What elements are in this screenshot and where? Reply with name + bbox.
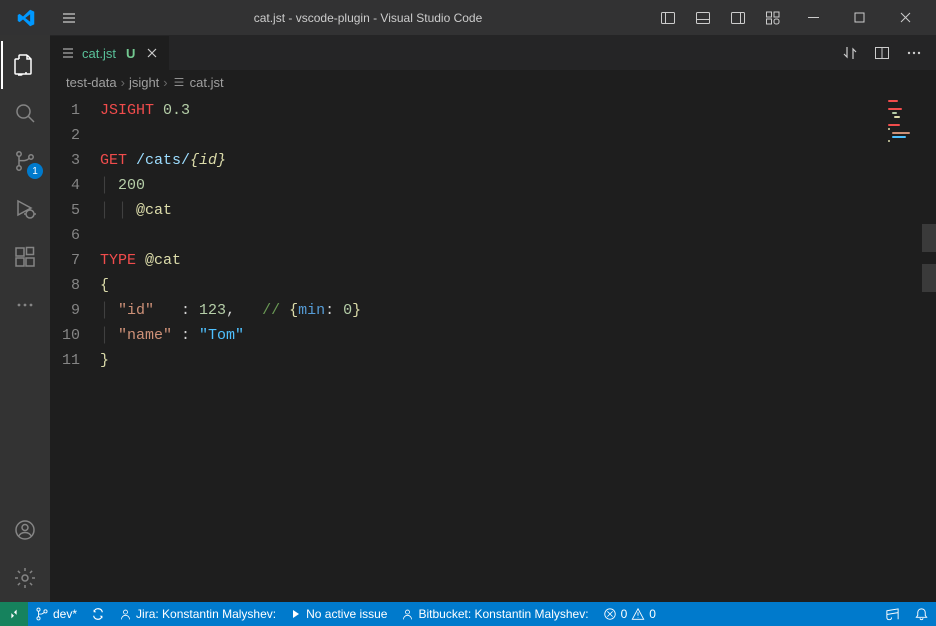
maximize-button[interactable] — [836, 0, 882, 35]
minimize-button[interactable] — [790, 0, 836, 35]
source-control-icon[interactable]: 1 — [1, 137, 49, 185]
breadcrumb-seg-1[interactable]: test-data — [66, 75, 117, 90]
jira-status[interactable]: Jira: Konstantin Malyshev: — [112, 602, 283, 626]
compare-changes-icon[interactable] — [836, 39, 864, 67]
breadcrumb[interactable]: test-data › jsight › cat.jst — [50, 70, 936, 94]
git-sync[interactable] — [84, 602, 112, 626]
notifications-icon[interactable] — [907, 602, 936, 626]
layout-sidebar-right-icon[interactable] — [720, 0, 755, 35]
breadcrumb-seg-3[interactable]: cat.jst — [190, 75, 224, 90]
minimap[interactable] — [852, 94, 922, 602]
accounts-icon[interactable] — [1, 506, 49, 554]
titlebar: cat.jst - vscode-plugin - Visual Studio … — [0, 0, 936, 35]
search-icon[interactable] — [1, 89, 49, 137]
layout-sidebar-left-icon[interactable] — [650, 0, 685, 35]
bitbucket-status[interactable]: Bitbucket: Konstantin Malyshev: — [394, 602, 595, 626]
vscode-logo-icon — [8, 0, 43, 35]
app-menu-icon[interactable] — [51, 0, 86, 35]
editor-body: 1 2 3 4 5 6 7 8 9 10 11 JSIGHT 0.3 GET /… — [50, 94, 936, 602]
activity-bar: 1 — [0, 35, 50, 602]
layout-panel-icon[interactable] — [685, 0, 720, 35]
status-bar: dev* Jira: Konstantin Malyshev: No activ… — [0, 602, 936, 626]
chevron-right-icon: › — [121, 75, 125, 90]
scm-badge: 1 — [27, 163, 43, 179]
window-title: cat.jst - vscode-plugin - Visual Studio … — [86, 11, 650, 25]
tab-bar: cat.jst U — [50, 35, 936, 70]
tab-cat-jst[interactable]: cat.jst U — [50, 35, 170, 70]
file-icon — [172, 75, 186, 89]
problems-status[interactable]: 0 0 — [596, 602, 663, 626]
split-editor-icon[interactable] — [868, 39, 896, 67]
chevron-right-icon: › — [163, 75, 167, 90]
close-button[interactable] — [882, 0, 928, 35]
breadcrumb-seg-2[interactable]: jsight — [129, 75, 159, 90]
line-number-gutter: 1 2 3 4 5 6 7 8 9 10 11 — [50, 94, 98, 602]
layout-customize-icon[interactable] — [755, 0, 790, 35]
active-issue[interactable]: No active issue — [283, 602, 394, 626]
explorer-icon[interactable] — [1, 41, 49, 89]
tab-filename: cat.jst — [82, 46, 116, 61]
more-icon[interactable] — [1, 281, 49, 329]
editor-more-icon[interactable] — [900, 39, 928, 67]
extensions-icon[interactable] — [1, 233, 49, 281]
git-branch[interactable]: dev* — [28, 602, 84, 626]
feedback-icon[interactable] — [878, 602, 907, 626]
editor-area: cat.jst U test-data › jsight › cat.jst 1… — [50, 35, 936, 602]
tab-close-icon[interactable] — [145, 46, 159, 60]
scrollbar[interactable] — [922, 94, 936, 602]
tab-git-status: U — [126, 46, 135, 61]
file-icon — [60, 45, 76, 61]
main-area: 1 cat.jst U — [0, 35, 936, 602]
settings-gear-icon[interactable] — [1, 554, 49, 602]
code-content[interactable]: JSIGHT 0.3 GET /cats/{id}│ 200│ │ @cat T… — [98, 94, 852, 602]
run-debug-icon[interactable] — [1, 185, 49, 233]
remote-indicator[interactable] — [0, 602, 28, 626]
git-branch-name: dev* — [53, 607, 77, 621]
